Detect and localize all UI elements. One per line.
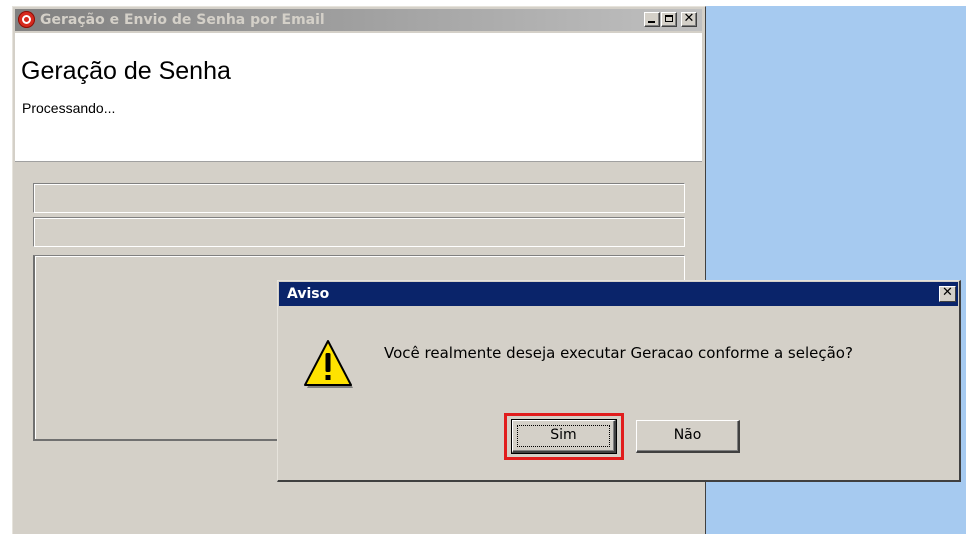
minimize-button[interactable] bbox=[644, 12, 660, 27]
no-button[interactable]: Não bbox=[636, 420, 740, 453]
yes-button[interactable]: Sim bbox=[511, 419, 617, 454]
status-text: Processando... bbox=[22, 100, 116, 116]
app-icon bbox=[18, 11, 35, 28]
close-icon: ✕ bbox=[683, 11, 695, 26]
aviso-dialog: Aviso ✕ Você realmente deseja executar G… bbox=[277, 280, 961, 482]
main-window-title: Geração e Envio de Senha por Email bbox=[40, 12, 325, 28]
yes-button-label: Sim bbox=[550, 427, 577, 443]
warning-icon bbox=[304, 340, 353, 388]
close-icon: ✕ bbox=[942, 285, 953, 300]
maximize-button[interactable] bbox=[661, 12, 677, 27]
maximize-icon bbox=[665, 15, 673, 22]
dialog-title-bar[interactable]: Aviso ✕ bbox=[279, 282, 958, 306]
minimize-icon bbox=[648, 21, 655, 23]
no-button-label: Não bbox=[673, 427, 702, 443]
progress-field-1 bbox=[33, 183, 685, 213]
dialog-title: Aviso bbox=[287, 286, 330, 302]
dialog-close-button[interactable]: ✕ bbox=[939, 286, 956, 302]
main-window-title-bar[interactable]: Geração e Envio de Senha por Email ✕ bbox=[15, 9, 702, 31]
wizard-header: Geração de Senha Processando... bbox=[15, 33, 702, 162]
close-button[interactable]: ✕ bbox=[681, 12, 697, 27]
dialog-message: Você realmente deseja executar Geracao c… bbox=[384, 344, 853, 362]
progress-field-2 bbox=[33, 217, 685, 247]
page-title: Geração de Senha bbox=[21, 57, 231, 85]
